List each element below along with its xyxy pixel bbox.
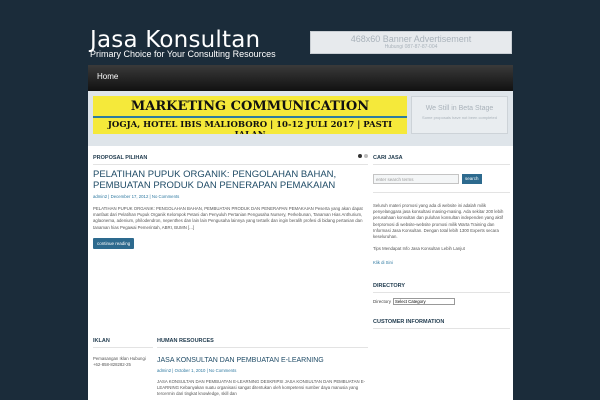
iklan-text: Pemasangan Iklan Hubungi +62-858-828282-… xyxy=(93,356,146,368)
customer-info-heading: CUSTOMER INFORMATION xyxy=(373,315,510,330)
banner-line-2: JOGJA, HOTEL IBIS MALIOBORO | 10-12 JULI… xyxy=(107,120,393,134)
hr-post-title[interactable]: JASA KONSULTAN DAN PEMBUATAN E-LEARNING xyxy=(157,356,368,365)
sidebar: CARI JASA enter search terms search Selu… xyxy=(373,151,510,330)
slider-dot-2[interactable] xyxy=(364,154,368,158)
directory-label: Directory xyxy=(373,299,392,305)
beta-title: We Still in Beta Stage xyxy=(425,105,494,112)
human-resources-section: HUMAN RESOURCES JASA KONSULTAN DAN PEMBU… xyxy=(157,334,368,398)
sidebar-divider xyxy=(373,192,510,193)
sidebar-about-text: Seluruh materi promosi yang ada di websi… xyxy=(373,203,504,240)
search-heading: CARI JASA xyxy=(373,151,510,165)
directory-heading: DIRECTORY xyxy=(373,279,510,294)
search-input[interactable]: enter search terms xyxy=(373,174,459,184)
iklan-section: IKLAN Pemasangan Iklan Hubungi +62-858-8… xyxy=(93,334,153,368)
beta-subtitle: Some proposals have not been completed xyxy=(422,115,497,120)
sidebar-tips-text: Tips Mendapat Info Jasa Konsultan Lebih … xyxy=(373,246,465,252)
continue-reading-button[interactable]: continue reading xyxy=(93,237,135,249)
featured-post-meta: admin2 | December 17, 2012 | No Comments xyxy=(93,194,180,199)
site-description: Primary Choice for Your Consulting Resou… xyxy=(90,49,276,59)
slider-dot-1[interactable] xyxy=(358,154,362,158)
banner-line-1: MARKETING COMMUNICATION xyxy=(130,99,370,114)
featured-heading-label: PROPOSAL PILIHAN xyxy=(93,155,148,161)
search-button[interactable]: search xyxy=(462,174,482,184)
iklan-heading: IKLAN xyxy=(93,334,153,348)
hr-post-meta: admin2 | October 1, 2010 | No Comments xyxy=(157,368,237,373)
banner-ad-subtitle: Hubungi 087-87-87-004 xyxy=(384,44,438,50)
banner-advertisement[interactable]: 468x60 Banner Advertisement Hubungi 087-… xyxy=(310,31,512,54)
search-form: enter search terms search xyxy=(373,174,510,184)
directory-row: Directory Select Category xyxy=(373,298,510,306)
slider-dots xyxy=(358,154,368,158)
sidebar-tips-link[interactable]: Klik di Sini xyxy=(373,260,510,265)
main-navbar: Home xyxy=(88,65,513,91)
banner-ad-title: 468x60 Banner Advertisement xyxy=(350,34,472,44)
beta-notice-box: We Still in Beta Stage Some proposals ha… xyxy=(411,96,508,134)
page-content: MARKETING COMMUNICATION JOGJA, HOTEL IBI… xyxy=(88,91,513,400)
nav-home-link[interactable]: Home xyxy=(97,72,118,81)
featured-post-excerpt: PELATIHAN PUPUK ORGANIK: PENGOLAHAN BAHA… xyxy=(93,206,363,230)
featured-heading: PROPOSAL PILIHAN xyxy=(93,151,368,165)
human-resources-heading: HUMAN RESOURCES xyxy=(157,334,368,348)
banner-stripe xyxy=(93,116,407,118)
featured-post: PELATIHAN PUPUK ORGANIK: PENGOLAHAN BAHA… xyxy=(93,169,368,250)
featured-post-title[interactable]: PELATIHAN PUPUK ORGANIK: PENGOLAHAN BAHA… xyxy=(93,169,368,191)
top-banner-band: MARKETING COMMUNICATION JOGJA, HOTEL IBI… xyxy=(88,91,513,146)
hr-post-excerpt: JASA KONSULTAN DAN PEMBUATAN E-LEARNING … xyxy=(157,379,366,397)
marketing-communication-banner[interactable]: MARKETING COMMUNICATION JOGJA, HOTEL IBI… xyxy=(93,96,407,134)
directory-select[interactable]: Select Category xyxy=(393,298,456,306)
